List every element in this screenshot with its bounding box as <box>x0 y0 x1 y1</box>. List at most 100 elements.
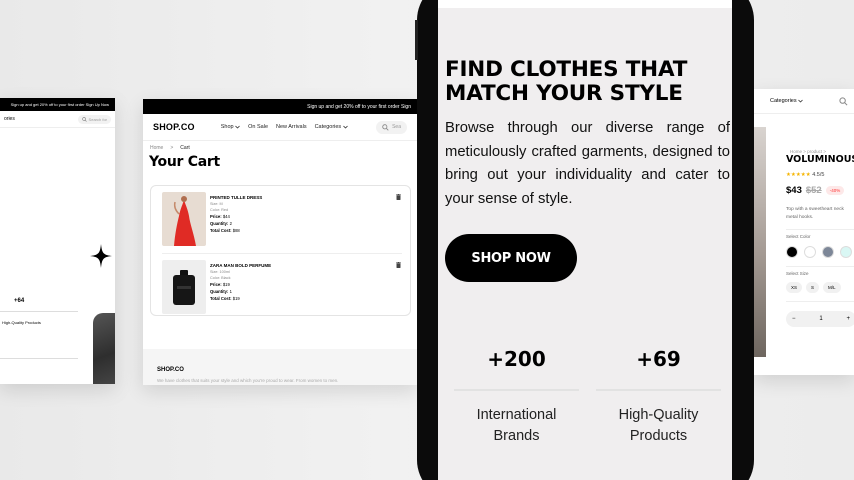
product-price: Price: $44 <box>210 214 230 219</box>
breadcrumb-separator: > <box>170 145 174 151</box>
nav-item-categories[interactable]: Categories <box>315 124 348 130</box>
chevron-down-icon <box>342 125 348 129</box>
stat-label: High-Quality Products <box>618 407 699 444</box>
divider <box>454 389 579 391</box>
search-input[interactable]: Sea <box>376 120 407 134</box>
search-icon <box>81 116 87 122</box>
search-input[interactable]: Search for <box>77 114 111 124</box>
nav-bar: Categories <box>754 89 854 114</box>
select-size-label: Select Size <box>786 271 809 276</box>
product-quantity: Quantity: 2 <box>210 221 232 226</box>
cart-item-info: PRINTED TULLE DRESS Size: M Color: Red P… <box>210 194 262 234</box>
search-icon <box>382 123 389 131</box>
divider <box>162 253 402 254</box>
left-screen-preview: Sign up and get 20% off to your first or… <box>0 98 115 384</box>
cart-item: PRINTED TULLE DRESS Size: M Color: Red P… <box>155 188 407 246</box>
color-swatch[interactable] <box>786 246 798 258</box>
divider <box>0 311 78 312</box>
nav-item-new-arrivals[interactable]: New Arrivals <box>276 124 307 130</box>
product-price: Price: $19 <box>210 282 230 287</box>
size-option[interactable]: S <box>806 282 820 293</box>
product-name[interactable]: PRINTED TULLE DRESS <box>210 194 262 201</box>
stat-number: +69 <box>636 347 681 371</box>
nav-categories-partial[interactable]: ories <box>4 116 15 122</box>
divider <box>786 301 854 302</box>
color-swatch[interactable] <box>822 246 834 258</box>
nav-item-shop[interactable]: Shop <box>221 124 240 130</box>
breadcrumb-current: Cart <box>180 145 190 151</box>
search-placeholder: Search for <box>88 116 107 122</box>
breadcrumb-home[interactable]: Home <box>150 145 163 151</box>
announcement-text: Sign up and get 20% off to your first or… <box>10 102 109 107</box>
announcement-bar: Sign up and get 20% off to your first or… <box>143 99 417 114</box>
chevron-down-icon <box>798 99 803 103</box>
rating-stars: ★★★★★ <box>786 172 811 178</box>
cart-item-info: ZARA MAN BOLD PERFUME Size: 100ml Color:… <box>210 262 271 302</box>
stat-number: +200 <box>487 347 546 371</box>
phone-side-button <box>415 20 418 60</box>
quantity-value: 1 <box>819 316 823 322</box>
stat-label: High-Quality Products <box>2 320 41 325</box>
cart-items-box: PRINTED TULLE DRESS Size: M Color: Red P… <box>150 185 411 316</box>
product-image[interactable] <box>754 127 766 357</box>
stat-high-quality-products: +69 High-Quality Products <box>596 347 721 446</box>
phone-screen: FIND CLOTHES THAT MATCH YOUR STYLE Brows… <box>438 0 732 480</box>
color-swatches <box>786 246 852 258</box>
product-description: Top with a sweetheart neck metal hooks. <box>786 207 844 220</box>
product-image-perfume[interactable] <box>162 260 206 314</box>
color-swatch[interactable] <box>840 246 852 258</box>
nav-item-categories[interactable]: Categories <box>770 98 803 104</box>
size-options: XS S M/L <box>786 282 841 293</box>
product-image-dress[interactable] <box>162 192 206 246</box>
stat-number: +64 <box>14 298 25 304</box>
color-swatch[interactable] <box>804 246 816 258</box>
divider <box>0 358 78 359</box>
product-quantity: Quantity: 1 <box>210 289 232 294</box>
cart-screen-preview: Sign up and get 20% off to your first or… <box>143 99 417 385</box>
divider <box>596 389 721 391</box>
quantity-stepper[interactable]: − 1 + <box>786 311 854 327</box>
footer-logo[interactable]: SHOP.CO <box>157 367 184 373</box>
top-card <box>438 0 732 8</box>
nav-item-on-sale[interactable]: On Sale <box>248 124 268 130</box>
rating: ★★★★★ 4.5/5 <box>786 172 824 178</box>
announcement-text: Sign up and get 20% off to your first or… <box>307 103 411 110</box>
shop-now-button[interactable]: SHOP NOW <box>445 234 577 282</box>
stat-international-brands: +200 International Brands <box>454 347 579 446</box>
search-input[interactable] <box>839 96 848 106</box>
hero-headline: FIND CLOTHES THAT MATCH YOUR STYLE <box>445 57 688 106</box>
product-total: Total Cost: $19 <box>210 296 240 301</box>
price-row: $43 $52 -40% <box>786 185 845 196</box>
nav-menu: Shop On Sale New Arrivals Categories <box>221 124 348 130</box>
divider <box>786 266 854 267</box>
select-color-label: Select Color <box>786 234 811 239</box>
footer: SHOP.CO We have clothes that suits your … <box>143 349 417 385</box>
page-title: Your Cart <box>149 154 220 170</box>
breadcrumb: Home > Cart <box>143 141 417 151</box>
phone-mockup: FIND CLOTHES THAT MATCH YOUR STYLE Brows… <box>415 0 754 480</box>
quantity-plus-button[interactable]: + <box>846 316 850 322</box>
product-name[interactable]: ZARA MAN BOLD PERFUME <box>210 262 271 269</box>
old-price: $52 <box>805 185 822 196</box>
announcement-bar: Sign up and get 20% off to your first or… <box>0 98 115 111</box>
trash-icon[interactable] <box>396 262 401 268</box>
discount-badge: -40% <box>825 186 845 195</box>
model-photo <box>93 313 115 384</box>
cart-item: ZARA MAN BOLD PERFUME Size: 100ml Color:… <box>155 256 407 314</box>
divider <box>786 229 854 230</box>
trash-icon[interactable] <box>396 194 401 200</box>
sparkle-icon <box>90 244 112 268</box>
rating-value: 4.5/5 <box>812 172 825 178</box>
product-total: Total Cost: $88 <box>210 228 240 233</box>
chevron-down-icon <box>235 125 240 129</box>
size-option[interactable]: M/L <box>823 282 841 293</box>
logo[interactable]: SHOP.CO <box>153 122 195 132</box>
product-name: VOLUMINOUS <box>786 154 854 165</box>
search-placeholder: Sea <box>392 124 401 130</box>
quantity-minus-button[interactable]: − <box>792 316 796 322</box>
search-icon <box>839 96 848 105</box>
footer-text: We have clothes that suits your style an… <box>157 378 339 383</box>
nav-bar: ories Search for <box>0 111 115 128</box>
stat-label: International Brands <box>476 407 557 444</box>
size-option[interactable]: XS <box>786 282 803 293</box>
